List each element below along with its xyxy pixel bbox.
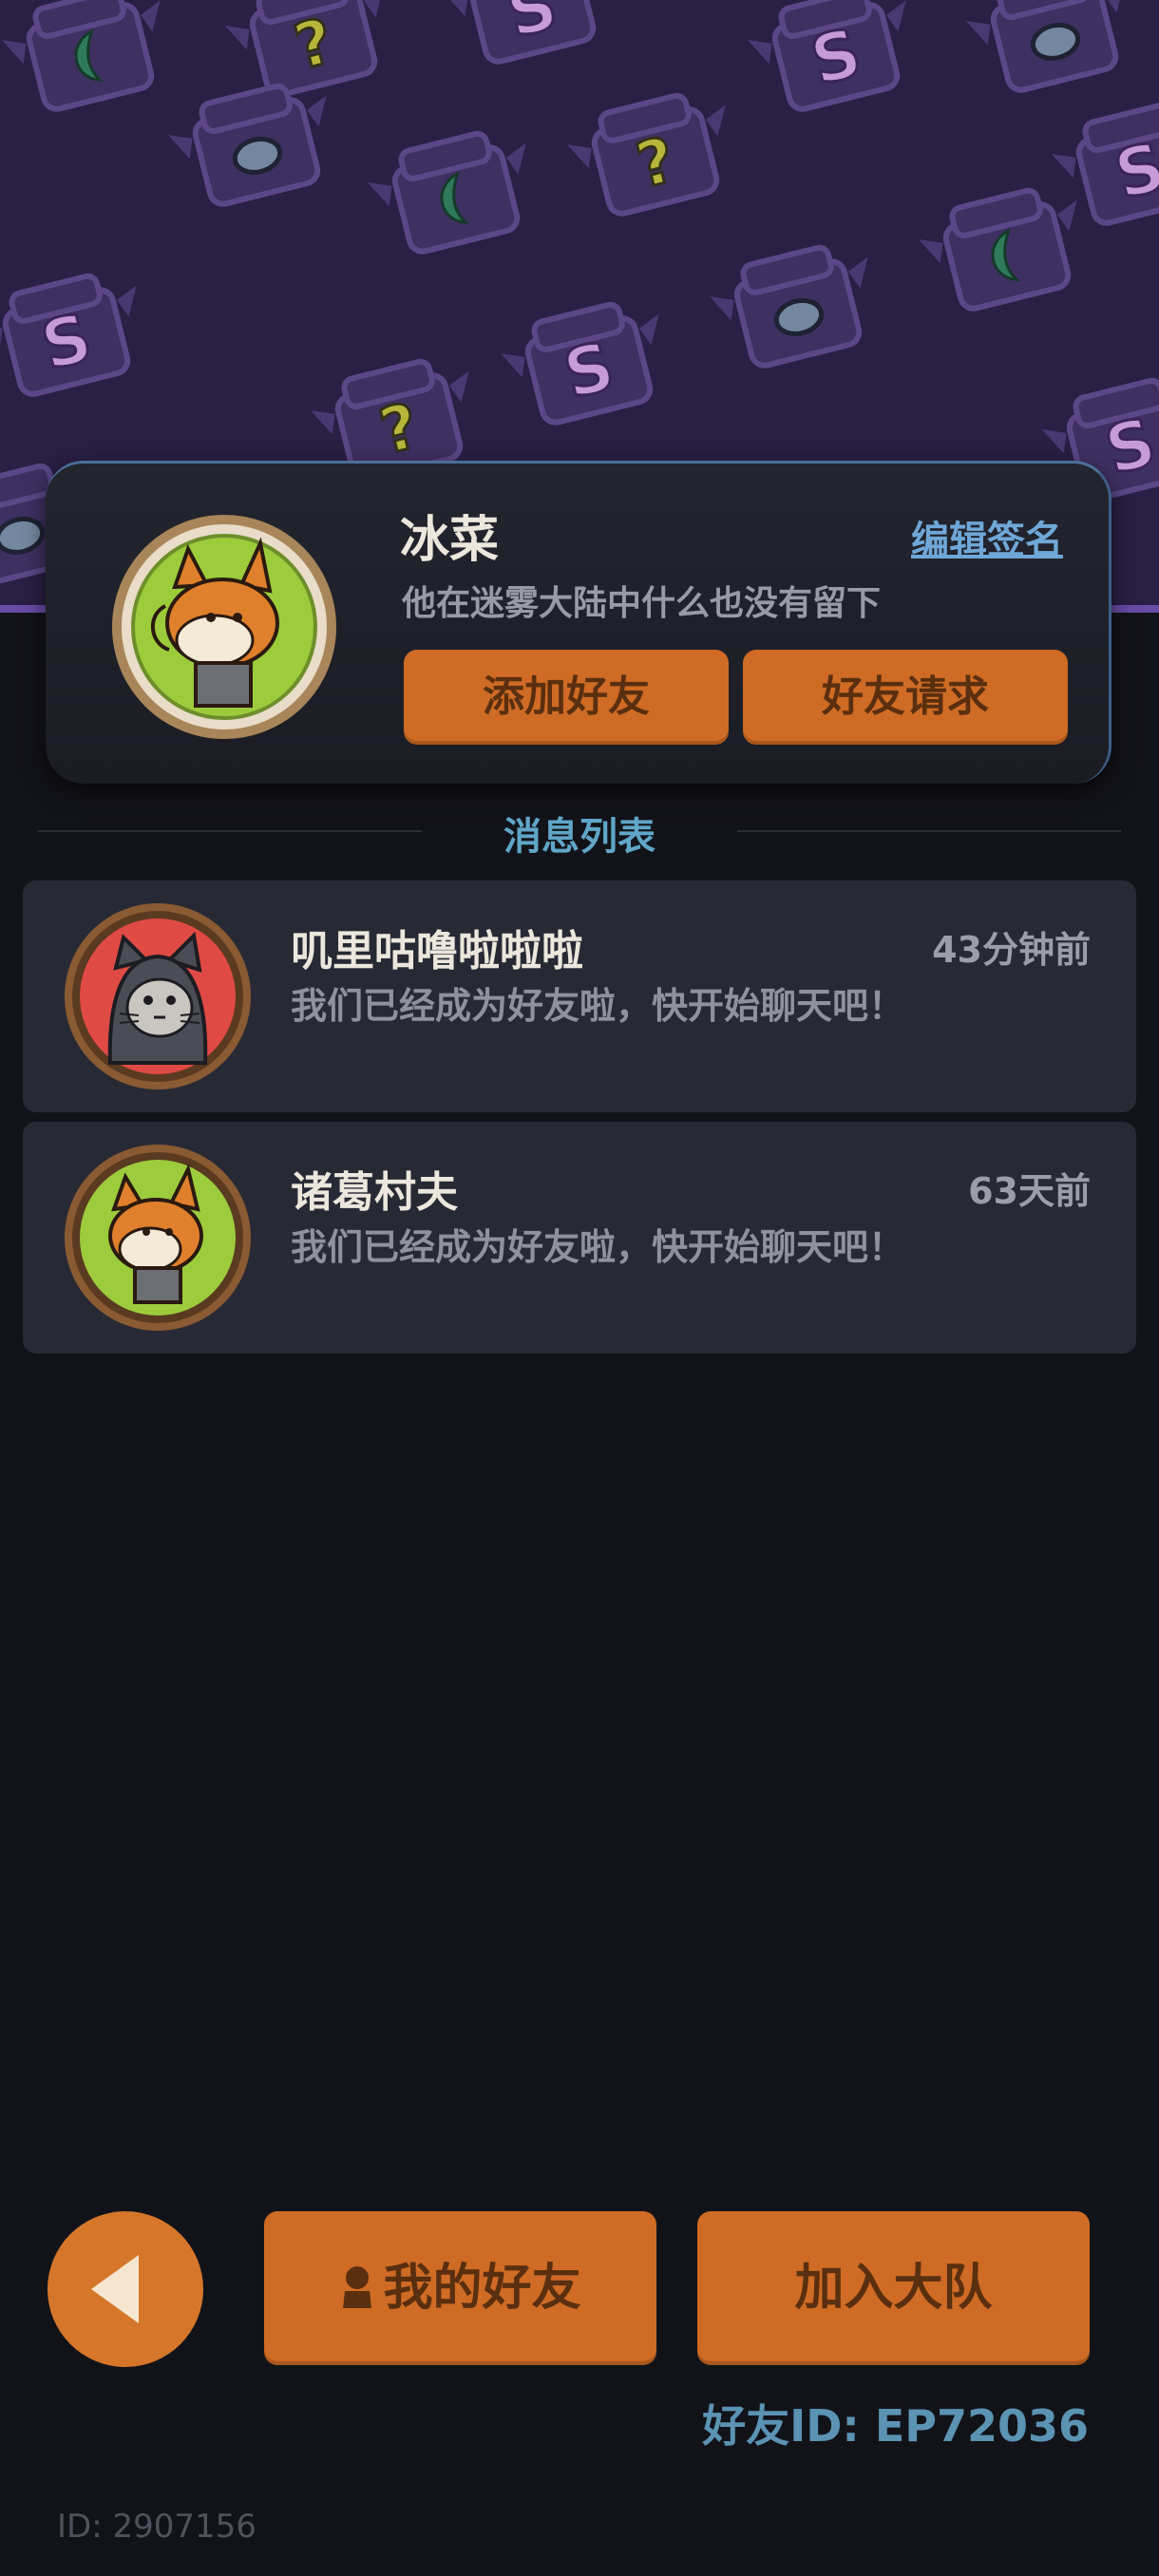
edit-signature-link[interactable]: 编辑签名 — [911, 509, 1063, 564]
profile-name: 冰菜 — [400, 512, 500, 569]
friend-id-label: 好友ID: EP72036 — [702, 2400, 1089, 2452]
message-preview: 我们已经成为好友啦，快开始聊天吧！ — [291, 1226, 905, 1268]
my-friends-button[interactable]: 我的好友 — [264, 2211, 656, 2365]
message-time: 43分钟前 — [932, 929, 1091, 971]
profile-avatar[interactable] — [108, 511, 340, 743]
user-id-label: ID: 2907156 — [57, 2508, 256, 2546]
message-item[interactable]: 叽里咕噜啦啦啦 43分钟前 我们已经成为好友啦，快开始聊天吧！ — [23, 881, 1136, 1112]
message-avatar — [63, 901, 253, 1091]
my-friends-label: 我的好友 — [383, 2260, 581, 2317]
message-list-title: 消息列表 — [504, 815, 656, 859]
profile-signature: 他在迷雾大陆中什么也没有留下 — [402, 584, 882, 623]
fox-avatar-icon — [65, 1145, 251, 1331]
message-sender-name: 叽里咕噜啦啦啦 — [291, 927, 583, 975]
join-team-button[interactable]: 加入大队 — [697, 2211, 1090, 2365]
message-item[interactable]: 诸葛村夫 63天前 我们已经成为好友啦，快开始聊天吧！ — [23, 1122, 1136, 1354]
message-preview: 我们已经成为好友啦，快开始聊天吧！ — [291, 985, 905, 1027]
back-arrow-icon — [91, 2255, 139, 2323]
add-friend-button[interactable]: 添加好友 — [404, 650, 729, 745]
person-icon — [343, 2266, 372, 2308]
friend-requests-button[interactable]: 好友请求 — [743, 650, 1068, 745]
cat-avatar-icon — [65, 903, 251, 1089]
message-avatar — [63, 1143, 253, 1333]
back-button[interactable] — [48, 2211, 203, 2367]
fox-avatar-icon — [112, 515, 336, 739]
profile-card: 冰菜 编辑签名 他在迷雾大陆中什么也没有留下 添加好友 好友请求 — [46, 461, 1112, 784]
message-time: 63天前 — [968, 1170, 1091, 1212]
message-sender-name: 诸葛村夫 — [291, 1168, 458, 1217]
